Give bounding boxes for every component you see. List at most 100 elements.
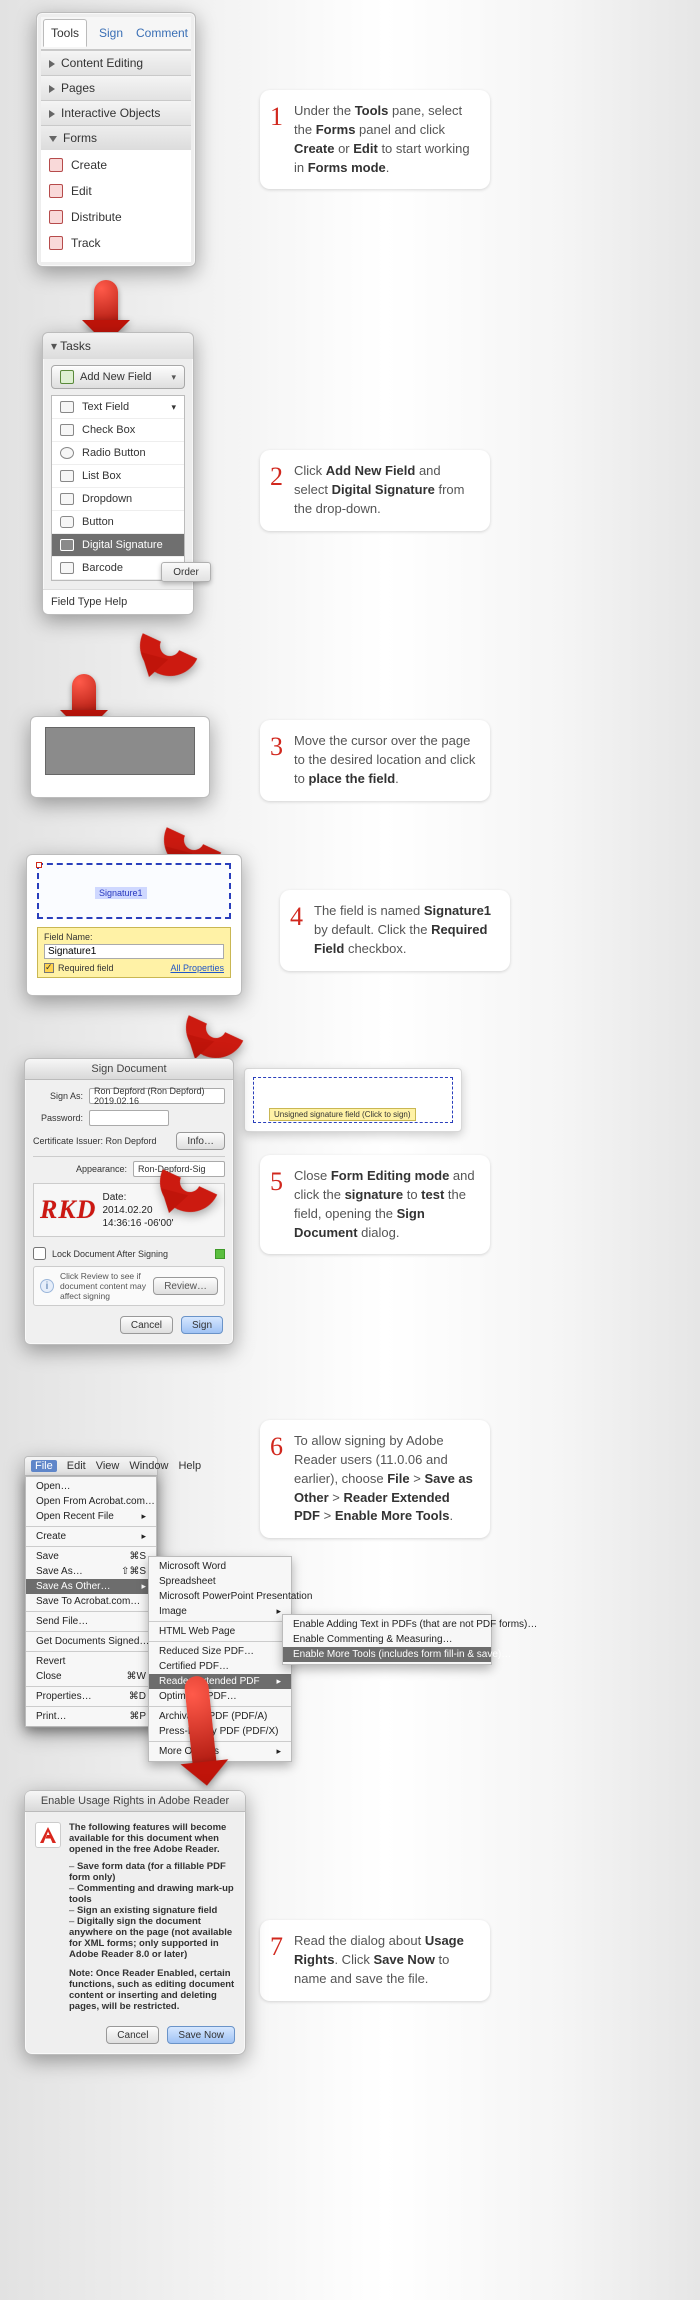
field-name-input[interactable] [44,944,224,959]
mi-image[interactable]: Image [149,1604,291,1619]
menu-edit[interactable]: Edit [67,1460,86,1472]
enable-usage-rights-dialog: Enable Usage Rights in Adobe Reader The … [24,1790,246,2055]
review-button[interactable]: Review… [153,1277,218,1295]
t: Tools [355,103,389,118]
mi-more-options[interactable]: More Options [149,1741,291,1759]
resize-handle-tl[interactable] [36,862,42,868]
tab-sign[interactable]: Sign [89,19,133,47]
menu-check-box[interactable]: Check Box [52,419,184,442]
dropdown-icon [60,493,74,505]
mi-print[interactable]: Print…⌘P [26,1706,156,1724]
tab-order-button[interactable]: Order [161,562,211,582]
radio-icon [60,447,74,459]
menu-dropdown[interactable]: Dropdown [52,488,184,511]
t: checkbox. [344,941,406,956]
forms-distribute[interactable]: Distribute [47,208,185,226]
password-input[interactable] [89,1110,169,1126]
menu-list-box[interactable]: List Box [52,465,184,488]
cancel-button[interactable]: Cancel [120,1316,173,1334]
l: Dropdown [82,493,132,505]
mi-properties[interactable]: Properties…⌘D [26,1686,156,1704]
usage-rights-b2: Commenting and drawing mark-up tools [69,1883,235,1905]
usage-cancel-button[interactable]: Cancel [106,2026,159,2044]
mi-html[interactable]: HTML Web Page [149,1621,291,1639]
menu-window[interactable]: Window [129,1460,168,1472]
place-field-preview [30,716,210,798]
mi-word[interactable]: Microsoft Word [149,1559,291,1574]
mi-close[interactable]: Close⌘W [26,1669,156,1684]
arrow-2-to-3 [72,674,96,712]
mi-enable-commenting[interactable]: Enable Commenting & Measuring… [283,1632,491,1647]
step-6-callout: 6 To allow signing by Adobe Reader users… [260,1420,490,1538]
t: panel and click [355,122,445,137]
usage-save-now-button[interactable]: Save Now [167,2026,235,2044]
mi-save-to-acrobat[interactable]: Save To Acrobat.com… [26,1594,156,1609]
menu-text-field[interactable]: Text Field▾ [52,396,184,419]
arrow-2-to-3-curve [132,608,209,685]
forms-track[interactable]: Track [47,234,185,252]
mi-save-as-other[interactable]: Save As Other… [26,1579,156,1594]
l: Digital Signature [82,539,163,551]
unsigned-sig-field-preview: Unsigned signature field (Click to sign) [244,1068,462,1132]
tab-comment[interactable]: Comment [135,19,189,47]
mi-ppt[interactable]: Microsoft PowerPoint Presentation [149,1589,291,1604]
mi-spreadsheet[interactable]: Spreadsheet [149,1574,291,1589]
l: List Box [82,470,121,482]
menu-radio-button[interactable]: Radio Button [52,442,184,465]
tasks-header[interactable]: Tasks [43,333,193,359]
mi-reader-ext[interactable]: Reader Extended PDF [149,1674,291,1689]
sign-as-select[interactable]: Ron Depford (Ron Depford) 2019.02.16 [89,1088,225,1104]
t: to [403,1187,421,1202]
mi-reduced[interactable]: Reduced Size PDF… [149,1641,291,1659]
mi-save-as[interactable]: Save As…⇧⌘S [26,1564,156,1579]
menu-button[interactable]: Button [52,511,184,534]
mi-open-acrobat[interactable]: Open From Acrobat.com… [26,1494,156,1509]
sign-button[interactable]: Sign [181,1316,223,1334]
signature-field-outline[interactable]: Signature1 [37,863,231,919]
mi-create[interactable]: Create [26,1526,156,1544]
mi-archivable[interactable]: Archivable PDF (PDF/A) [149,1706,291,1724]
required-field-checkbox[interactable]: Required field [44,963,114,973]
accordion-interactive-objects[interactable]: Interactive Objects [41,100,191,125]
mi-send-file[interactable]: Send File… [26,1611,156,1629]
tab-tools[interactable]: Tools [43,19,87,47]
forms-create[interactable]: Create [47,156,185,174]
t: . [386,160,390,175]
info-button[interactable]: Info… [176,1132,225,1150]
field-draw-area[interactable] [45,727,195,775]
lock-after-signing-checkbox[interactable] [33,1247,46,1260]
menu-file[interactable]: File [31,1460,57,1472]
t: Click [294,463,326,478]
password-label: Password: [33,1113,83,1123]
field-type-help[interactable]: Field Type Help [43,589,193,614]
add-new-field-button[interactable]: Add New Field ▾ [51,365,185,389]
mi-optimized[interactable]: Optimized PDF… [149,1689,291,1704]
mi-open-recent[interactable]: Open Recent File [26,1509,156,1524]
t: Forms mode [308,160,386,175]
menu-help[interactable]: Help [178,1460,201,1472]
accordion-forms[interactable]: Forms [41,125,191,150]
edit-icon [49,184,63,198]
label: Distribute [71,210,122,224]
mi-enable-more-tools[interactable]: Enable More Tools (includes form fill-in… [283,1647,491,1662]
mi-get-docs-signed[interactable]: Get Documents Signed… [26,1631,156,1649]
t: or [334,141,353,156]
mi-certified[interactable]: Certified PDF… [149,1659,291,1674]
accordion-content-editing[interactable]: Content Editing [41,50,191,75]
t: File [387,1471,409,1486]
mi-save[interactable]: Save⌘S [26,1546,156,1564]
menu-view[interactable]: View [96,1460,120,1472]
mi-enable-add-text[interactable]: Enable Adding Text in PDFs (that are not… [283,1617,491,1632]
accordion-pages[interactable]: Pages [41,75,191,100]
mi-open[interactable]: Open… [26,1479,156,1494]
usage-rights-note: Note: Once Reader Enabled, certain funct… [69,1968,234,2012]
review-info-text: Click Review to see if document content … [60,1271,147,1301]
mi-revert[interactable]: Revert [26,1651,156,1669]
menu-digital-signature[interactable]: Digital Signature [52,534,184,557]
l: Check Box [82,424,135,436]
appearance-label: Appearance: [76,1164,127,1174]
mi-press-ready[interactable]: Press-Ready PDF (PDF/X) [149,1724,291,1739]
all-properties-link[interactable]: All Properties [170,963,224,973]
forms-edit[interactable]: Edit [47,182,185,200]
step-6-number: 6 [270,1428,283,1466]
